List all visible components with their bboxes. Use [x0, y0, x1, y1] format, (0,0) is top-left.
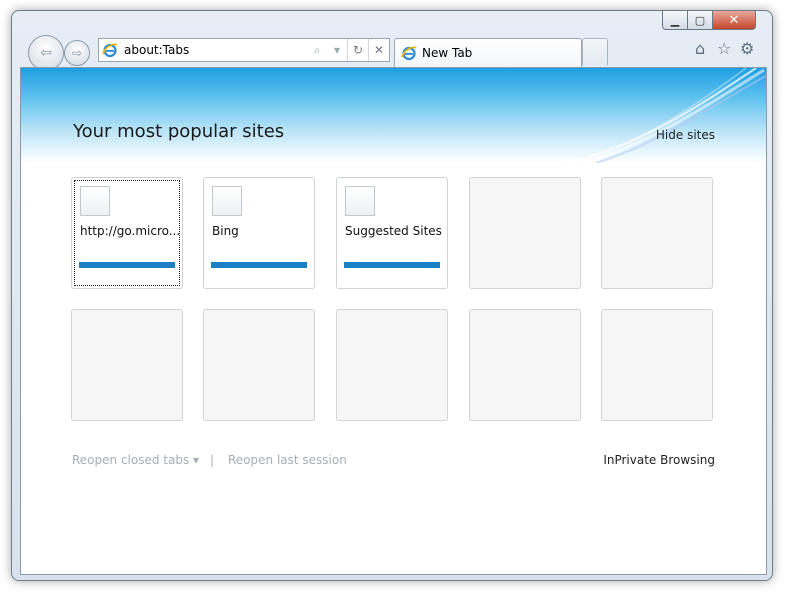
reopen-last-session-link[interactable]: Reopen last session [228, 453, 347, 467]
tab-new-tab[interactable]: New Tab [394, 38, 582, 67]
new-tab-button[interactable] [582, 38, 608, 65]
site-favicon-icon [212, 186, 242, 216]
site-tile[interactable]: http://go.micro... [71, 177, 183, 289]
popularity-bar [211, 262, 307, 268]
forward-arrow-icon: ⇨ [71, 46, 83, 60]
site-tile[interactable]: Suggested Sites [336, 177, 448, 289]
empty-site-tile [203, 309, 315, 421]
ie-logo-icon [102, 43, 118, 58]
empty-site-tile [469, 177, 581, 289]
minimize-button[interactable]: ▁ [662, 11, 688, 30]
site-tile[interactable]: Bing [203, 177, 315, 289]
reopen-closed-tabs-link[interactable]: Reopen closed tabs ▾ [72, 453, 199, 467]
ie-logo-icon [401, 46, 417, 61]
address-input[interactable]: about:Tabs [124, 43, 307, 57]
back-button[interactable]: ⇦ [28, 35, 64, 71]
forward-button[interactable]: ⇨ [64, 40, 90, 66]
address-dropdown-icon[interactable]: ▾ [327, 39, 347, 61]
window-controls: ▁ ▢ ✕ [662, 11, 756, 30]
empty-site-tile [336, 309, 448, 421]
site-tile-label: http://go.micro... [80, 224, 181, 238]
reopen-closed-tabs-label: Reopen closed tabs [72, 453, 190, 467]
maximize-button[interactable]: ▢ [688, 11, 713, 30]
swoosh-decoration-icon [555, 68, 766, 163]
favorites-icon[interactable]: ☆ [717, 39, 731, 58]
popularity-bar [79, 262, 175, 268]
inprivate-browsing-link[interactable]: InPrivate Browsing [603, 453, 715, 467]
site-tile-label: Bing [212, 224, 239, 238]
refresh-icon[interactable]: ↻ [347, 39, 368, 61]
header-banner [21, 68, 766, 163]
stop-icon[interactable]: ✕ [368, 39, 389, 61]
back-arrow-icon: ⇦ [40, 45, 52, 61]
empty-site-tile [601, 177, 713, 289]
close-button[interactable]: ✕ [713, 11, 756, 30]
page-title: Your most popular sites [73, 121, 285, 142]
empty-site-tile [469, 309, 581, 421]
chevron-down-icon: ▾ [193, 453, 200, 467]
page-content: Your most popular sites Hide sites http:… [20, 67, 767, 575]
site-favicon-icon [345, 186, 375, 216]
address-bar[interactable]: about:Tabs ⌕ ▾ ↻ ✕ [98, 38, 390, 62]
popularity-bar [344, 262, 440, 268]
site-tile-label: Suggested Sites [345, 224, 442, 238]
browser-window: ▁ ▢ ✕ ⇦ ⇨ about:Tabs ⌕ ▾ ↻ ✕ New Tab ⌂ ☆… [11, 10, 773, 581]
empty-site-tile [601, 309, 713, 421]
search-icon[interactable]: ⌕ [307, 39, 327, 61]
tab-label: New Tab [422, 46, 473, 60]
home-icon[interactable]: ⌂ [695, 39, 705, 58]
hide-sites-link[interactable]: Hide sites [656, 128, 715, 142]
tools-gear-icon[interactable]: ⚙ [740, 39, 754, 58]
footer-separator: | [210, 453, 215, 467]
site-favicon-icon [80, 186, 110, 216]
empty-site-tile [71, 309, 183, 421]
